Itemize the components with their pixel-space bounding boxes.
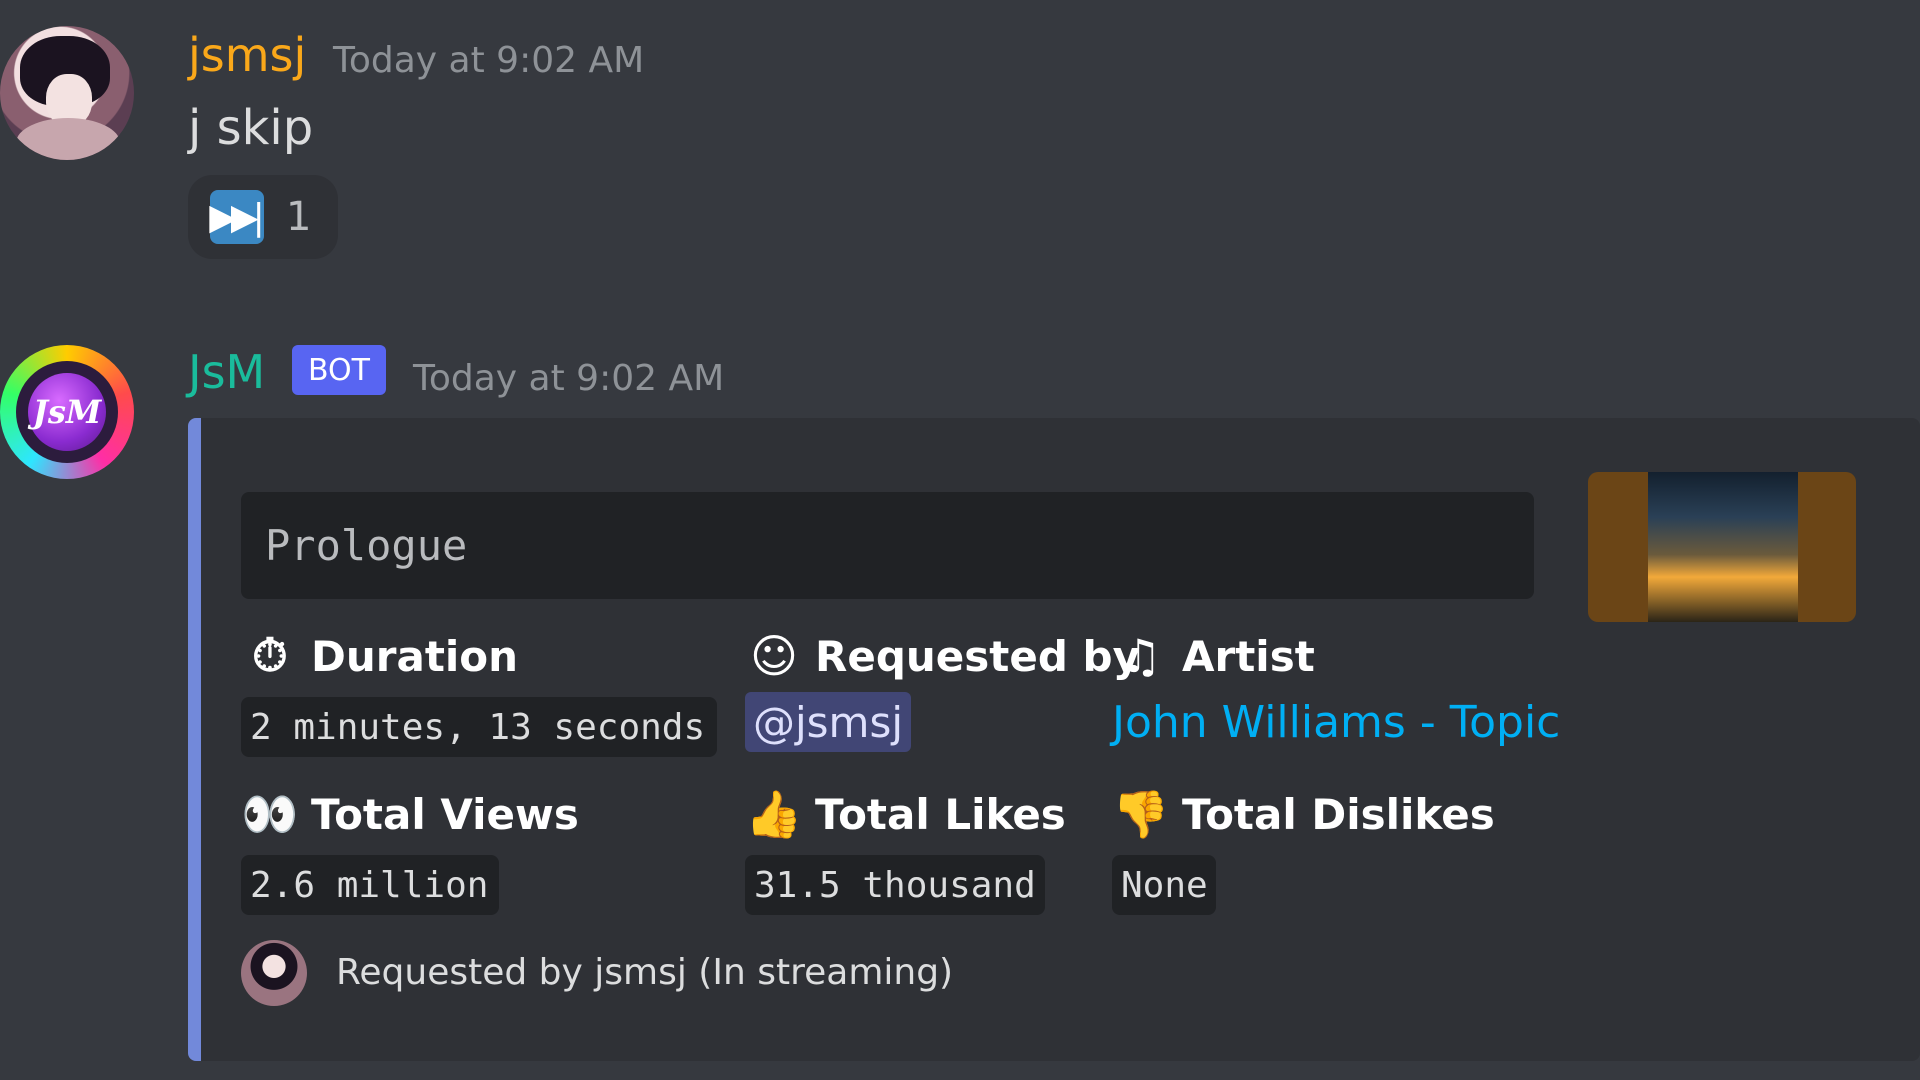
thumbs-down-icon: 👎 <box>1112 786 1170 841</box>
eyes-icon: 👀 <box>241 786 299 841</box>
field-value: 2 minutes, 13 seconds <box>241 697 717 757</box>
field-value: 2.6 million <box>241 855 499 915</box>
person-icon: ☺ <box>750 629 798 683</box>
footer-avatar <box>241 940 307 1006</box>
album-art-image <box>1648 472 1798 622</box>
field-total-views: 👀 Total Views <box>241 785 579 843</box>
field-value: None <box>1112 855 1216 915</box>
artist-link[interactable]: John Williams - Topic <box>1112 697 1560 748</box>
thumbs-up-icon: 👍 <box>745 786 803 841</box>
message-author[interactable]: jsmsj <box>188 28 306 82</box>
bot-avatar[interactable]: JsM <box>0 345 134 479</box>
embed-footer: Requested by jsmsj (In streaming) <box>336 952 954 993</box>
field-total-likes: 👍 Total Likes <box>745 785 1066 843</box>
field-name: Duration <box>311 631 519 681</box>
field-value: 31.5 thousand <box>745 855 1045 915</box>
message-timestamp: Today at 9:02 AM <box>413 358 725 399</box>
stopwatch-icon: ⏱ <box>252 628 288 682</box>
embed-description: Prologue <box>241 492 1534 599</box>
artist-icon: ♫ <box>1120 629 1162 683</box>
field-name: Total Dislikes <box>1182 789 1495 839</box>
user-mention[interactable]: @jsmsj <box>745 692 912 752</box>
field-duration: ⏱ Duration <box>241 627 518 685</box>
avatar-clothing <box>16 118 120 160</box>
user-avatar[interactable] <box>0 26 134 160</box>
field-name: Total Views <box>311 789 579 839</box>
message-content: j skip <box>188 100 314 156</box>
avatar-logo-text: JsM <box>28 373 106 451</box>
field-name: Artist <box>1182 631 1315 681</box>
embed-thumbnail[interactable] <box>1588 472 1856 622</box>
field-total-dislikes: 👎 Total Dislikes <box>1112 785 1495 843</box>
next-track-icon: ▶▶| <box>209 190 265 244</box>
message-timestamp: Today at 9:02 AM <box>333 40 645 81</box>
reaction-count: 1 <box>286 194 312 240</box>
field-name: Requested by <box>815 631 1140 681</box>
bot-badge: BOT <box>292 345 386 395</box>
field-name: Total Likes <box>815 789 1066 839</box>
field-artist: ♫ Artist <box>1112 627 1315 685</box>
reaction-button[interactable]: ▶▶| 1 <box>188 175 338 259</box>
message-author[interactable]: JsM <box>188 345 265 399</box>
field-requested-by: ☺ Requested by <box>745 627 1140 685</box>
